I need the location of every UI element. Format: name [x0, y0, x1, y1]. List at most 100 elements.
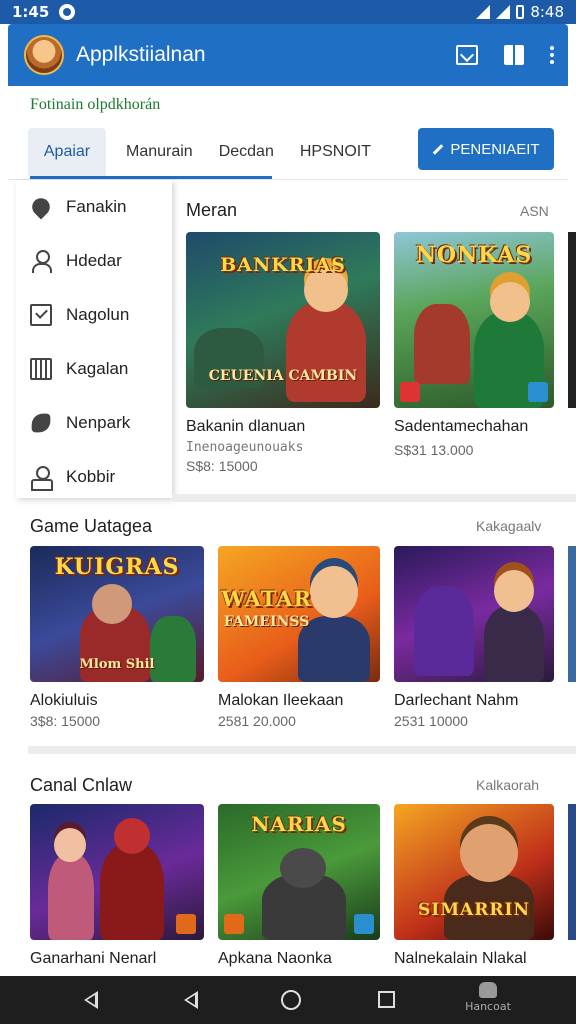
game-badge-icon — [400, 382, 420, 402]
recents-icon[interactable] — [378, 991, 395, 1008]
battery-icon — [516, 5, 525, 19]
partial-card — [568, 546, 576, 682]
game-badge-icon — [224, 914, 244, 934]
status-indicators: 8:48 — [476, 3, 564, 21]
game-thumbnail[interactable]: SIMARRIN — [394, 804, 554, 940]
menu-item-nenpark[interactable]: Nenpark — [16, 396, 172, 450]
section-title-game: Game Uatagea — [30, 516, 153, 536]
nav-extra-button[interactable]: Hancoat — [448, 982, 528, 1013]
menu-item-label: Kobbir — [66, 467, 116, 486]
menu-item-kagalan[interactable]: Kagalan — [16, 342, 172, 396]
more-vert-icon[interactable] — [550, 46, 554, 64]
back-icon[interactable] — [84, 991, 98, 1009]
game-price: 3$8: 15000 — [30, 713, 101, 729]
divider — [172, 494, 576, 502]
section-more-canal[interactable]: Kalkaorah — [476, 777, 539, 793]
app-actions — [456, 45, 554, 65]
game-card[interactable]: BANKRIAS CEUENIA CAMBIN Bakanin dlanuan … — [186, 232, 380, 474]
system-nav-bar: Hancoat — [0, 976, 576, 1024]
back-icon[interactable] — [184, 991, 198, 1009]
game-card[interactable]: SIMARRIN Nalnekalain Nlakal — [394, 804, 554, 968]
action-button-label: PENENIAEIT — [450, 140, 540, 158]
game-card[interactable]: Ganarhani Nenarl — [30, 804, 204, 968]
action-button[interactable]: PENENIAEIT — [418, 128, 554, 170]
game-thumbnail[interactable]: BANKRIAS CEUENIA CAMBIN — [186, 232, 380, 408]
menu-item-label: Kagalan — [66, 359, 129, 378]
account-icon — [30, 466, 53, 491]
menu-item-nagolun[interactable]: Nagolun — [16, 288, 172, 342]
assistant-icon — [479, 982, 497, 998]
side-menu: Fanakin Hdedar Nagolun Kagalan Nenpark K… — [16, 180, 172, 498]
avatar[interactable] — [24, 35, 64, 75]
nav-extra-label: Hancoat — [465, 1000, 511, 1013]
section-title-canal: Canal Cnlaw — [30, 775, 133, 795]
game-sublogo: CEUENIA CAMBIN — [208, 368, 358, 384]
game-thumbnail[interactable]: KUIGRAS Mlom Shil — [30, 546, 204, 682]
game-thumbnail[interactable] — [394, 546, 554, 682]
signal-icon — [496, 5, 511, 19]
section-title-meran: Meran — [186, 200, 238, 220]
app-title: Applkstiialnan — [76, 43, 206, 66]
game-thumbnail[interactable]: NARIAS — [218, 804, 380, 940]
game-title: Alokiuluis — [30, 692, 98, 709]
game-title: Sadentamechahan — [394, 418, 529, 435]
menu-item-label: Nenpark — [66, 413, 131, 432]
tab-manurain[interactable]: Manurain — [126, 128, 193, 176]
tab-bar: Apaiar Manurain Decdan HPSNOIT PENENIAEI… — [8, 124, 568, 180]
game-subtitle: Inenoageunouaks — [186, 440, 304, 455]
game-logo: NARIAS — [251, 812, 347, 836]
game-card[interactable]: KUIGRAS Mlom Shil Alokiuluis 3$8: 15000 — [30, 546, 204, 729]
page-subtitle: Fotinain olpdkhorán — [30, 96, 161, 113]
game-logo: BANKRIAS — [220, 254, 346, 276]
tab-indicator — [30, 176, 272, 179]
game-card[interactable]: WATAR FAMEINSS Malokan Ileekaan 2581 20.… — [218, 546, 380, 729]
game-card[interactable]: Darlechant Nahm 2531 10000 — [394, 546, 554, 729]
menu-item-label: Nagolun — [66, 305, 130, 324]
game-card[interactable]: NONKAS Sadentamechahan S$31 13.000 — [394, 232, 554, 458]
wifi-icon — [476, 5, 491, 19]
menu-item-hdedar[interactable]: Hdedar — [16, 234, 172, 288]
partial-card — [568, 232, 576, 408]
game-price: 2581 20.000 — [218, 713, 296, 729]
game-logo: SIMARRIN — [418, 900, 530, 920]
book-icon[interactable] — [504, 45, 524, 65]
game-badge-icon — [176, 914, 196, 934]
game-logo: KUIGRAS — [54, 554, 180, 580]
divider — [28, 746, 576, 754]
bird-icon — [31, 413, 51, 433]
tab-apaiar[interactable]: Apaiar — [28, 127, 106, 176]
game-price: 2531 10000 — [394, 713, 468, 729]
user-icon — [30, 250, 52, 273]
game-sublogo: FAMEINSS — [223, 614, 310, 630]
calendar-icon — [30, 358, 52, 380]
game-logo: WATAR — [221, 586, 312, 611]
app-bar: Applkstiialnan — [8, 24, 568, 86]
status-right-time: 8:48 — [530, 3, 564, 21]
section-more-game[interactable]: Kakagaalv — [476, 518, 541, 534]
game-thumbnail[interactable]: NONKAS — [394, 232, 554, 408]
tab-hpsnoit[interactable]: HPSNOIT — [300, 128, 371, 176]
game-thumbnail[interactable]: WATAR FAMEINSS — [218, 546, 380, 682]
download-icon[interactable] — [456, 45, 478, 65]
game-badge-icon — [354, 914, 374, 934]
menu-item-label: Hdedar — [66, 251, 122, 270]
menu-item-kobbir[interactable]: Kobbir — [16, 450, 172, 504]
game-title: Ganarhani Nenarl — [30, 950, 157, 967]
game-thumbnail[interactable] — [30, 804, 204, 940]
game-title: Bakanin dlanuan — [186, 418, 306, 435]
game-title: Malokan Ileekaan — [218, 692, 344, 709]
game-sublogo: Mlom Shil — [79, 657, 155, 672]
game-logo: NONKAS — [415, 242, 533, 268]
section-more-meran[interactable]: ASN — [520, 203, 549, 219]
menu-item-fanakin[interactable]: Fanakin — [16, 180, 172, 234]
partial-card — [568, 804, 576, 940]
game-title: Nalnekalain Nlakal — [394, 950, 527, 967]
game-title: Darlechant Nahm — [394, 692, 519, 709]
checkbox-icon — [30, 304, 52, 326]
notification-icon — [59, 4, 76, 20]
game-card[interactable]: NARIAS Apkana Naonka — [218, 804, 380, 968]
tab-decdan[interactable]: Decdan — [219, 128, 274, 176]
game-badge-icon — [528, 382, 548, 402]
home-icon[interactable] — [281, 990, 301, 1010]
pencil-icon — [433, 143, 444, 155]
